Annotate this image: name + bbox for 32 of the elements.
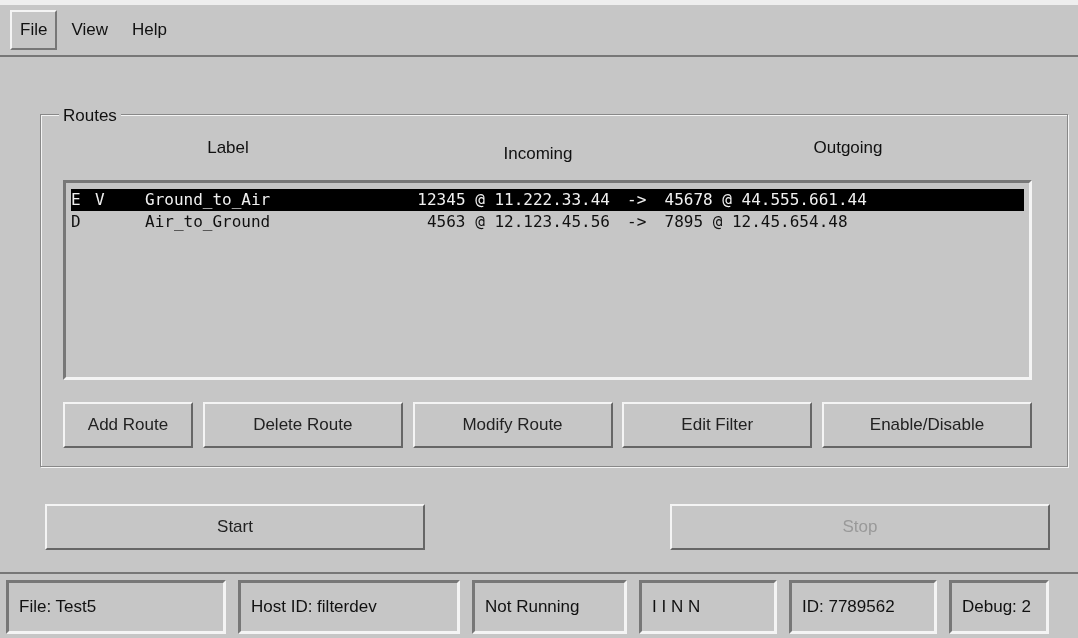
list-cell: 45678 @ 44.555.661.44 [664,190,867,209]
list-cell: 7895 @ 12.45.654.48 [664,212,848,231]
status-field: Debug: 2 [949,580,1049,634]
action-button[interactable]: Modify Route [412,402,613,448]
action-button[interactable]: Add Route [63,402,193,448]
status-field: I I N N [639,580,777,634]
list-cell: Air_to_Ground [145,212,271,231]
column-header: Label [207,138,249,157]
menu-item[interactable]: Help [121,10,177,50]
control-button[interactable]: Start [45,504,425,550]
list-cell: 12345 @ 11.222.33.44 [417,190,610,209]
route-list[interactable]: E V Ground_to_Air 12345 @ 11.222.33.44 -> 45678 @ 44.555.661.44 D Air_to_Ground 4563 @ 12.123.45.56 -> 7895 @ 12.45.654.48 [63,180,1032,380]
action-button[interactable]: Delete Route [202,402,403,448]
column-header: Incoming [503,144,573,163]
list-cell: E [71,190,81,209]
list-cell: 4563 @ 12.123.45.56 [426,212,610,231]
list-cell: -> [627,190,647,209]
list-cell: Ground_to_Air [145,190,271,209]
column-header: Outgoing [813,138,883,157]
list-row[interactable]: D Air_to_Ground 4563 @ 12.123.45.56 -> 7895 @ 12.45.654.48 [71,211,1024,233]
menu-item[interactable]: View [61,10,118,50]
action-button[interactable]: Edit Filter [622,402,813,448]
action-button[interactable]: Enable/Disable [822,402,1032,448]
list-cell: V [95,190,105,209]
status-field: ID: 7789562 [789,580,937,634]
list-cell: -> [627,212,647,231]
status-field: Host ID: filterdev [238,580,460,634]
list-row[interactable]: E V Ground_to_Air 12345 @ 11.222.33.44 -> 45678 @ 44.555.661.44 [71,189,1024,211]
status-field: Not Running [472,580,627,634]
status-field: File: Test5 [6,580,226,634]
list-cell: D [71,212,81,231]
menu-item[interactable]: File [10,10,58,50]
